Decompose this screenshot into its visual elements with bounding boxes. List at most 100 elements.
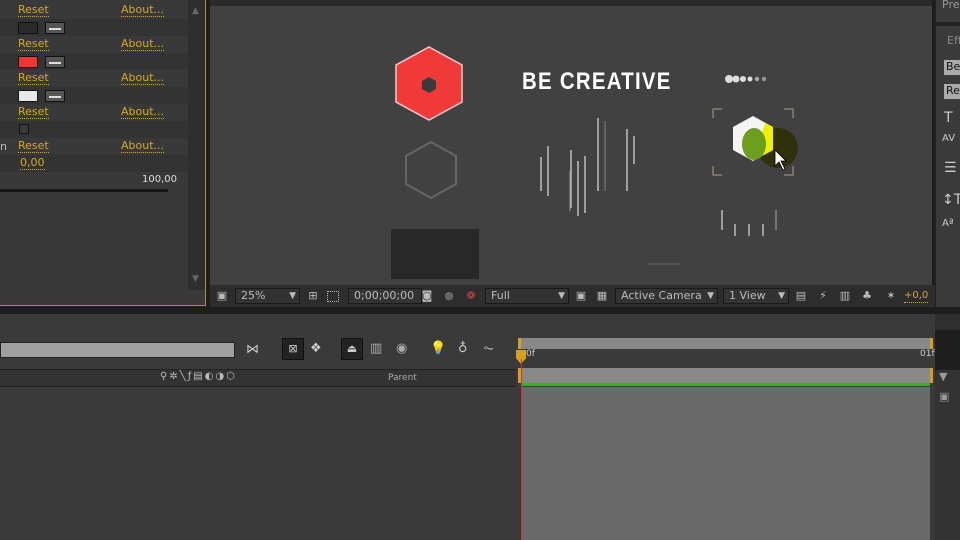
baseline-shift-icon[interactable]: Aª	[942, 218, 954, 229]
slider-value[interactable]: 0,00	[20, 157, 45, 170]
ruler-end-label: 01f	[920, 349, 935, 359]
slider-row: 100,00	[0, 172, 188, 192]
transparency-grid-icon[interactable]: ▦	[595, 289, 609, 303]
about-link[interactable]: About...	[121, 38, 165, 51]
effects-tab[interactable]: Eff	[947, 34, 960, 47]
scrollbar[interactable]: ▲ ▼	[188, 0, 205, 290]
comp-mini-flowchart-icon[interactable]: ⋈	[246, 342, 259, 357]
camera-dropdown[interactable]: Active Camera ▼	[615, 288, 718, 304]
timeline-icon[interactable]: ▥	[838, 289, 852, 303]
outline-hexagon	[405, 140, 457, 200]
reset-link[interactable]: Reset	[18, 140, 49, 153]
draft-3d-icon[interactable]: ⊠	[282, 338, 304, 360]
tick-lines	[721, 210, 777, 236]
font-style-field[interactable]: Re	[944, 84, 960, 99]
shy-layers-icon[interactable]: ⏏	[341, 338, 363, 360]
stroke-icon[interactable]: ☰	[944, 160, 957, 176]
reset-link[interactable]: Reset	[18, 38, 49, 51]
playhead-line	[521, 359, 522, 540]
show-snapshot-icon[interactable]: ●	[442, 289, 456, 303]
toggle-pixel-aspect-icon[interactable]: ▤	[794, 289, 808, 303]
frame-blending-icon[interactable]: ▥	[370, 341, 382, 356]
eyedropper-icon[interactable]	[45, 56, 65, 68]
composition-viewer[interactable]: BE CREATIVE	[210, 6, 932, 285]
switches-icons: ⚲✲╲ƒ▤◐◑⬡	[160, 371, 237, 382]
about-link[interactable]: About...	[121, 72, 165, 85]
composition-canvas	[391, 46, 798, 279]
timeline-track-area[interactable]	[522, 387, 930, 540]
timecode-field[interactable]: 0;00;00;00	[348, 288, 422, 304]
views-value: 1 View	[729, 289, 766, 302]
color-row	[0, 87, 188, 104]
always-preview-icon[interactable]: ▣	[215, 289, 229, 303]
eyedropper-icon[interactable]	[45, 22, 65, 34]
checkbox[interactable]	[19, 124, 29, 134]
search-input[interactable]	[0, 342, 235, 358]
comp-button-icon[interactable]: ▣	[939, 390, 949, 403]
timeline-panel: ⋈ ⊠ ❖ ⏏ ▥ ◉ 💡 ♁ ⏦ ⚲✲╲ƒ▤◐◑⬡ Parent 0f 01f	[0, 314, 935, 540]
zoom-icon[interactable]: ▼	[939, 370, 947, 383]
effect-row: Reset About...	[0, 70, 188, 87]
effect-row: Reset About...	[0, 2, 188, 19]
green-leaf-icon	[742, 128, 766, 160]
about-link[interactable]: About...	[121, 106, 165, 119]
reset-exposure-icon[interactable]: ✶	[884, 289, 898, 303]
vertical-scale-icon[interactable]: ↕T	[942, 192, 960, 208]
safe-margins-icon[interactable]: ⊞	[306, 289, 320, 303]
zoom-value: 25%	[241, 289, 266, 302]
resolution-dropdown[interactable]: Full ▼	[485, 288, 569, 304]
checkbox-row	[0, 121, 188, 138]
viewer-toolbar: ▣ 25% ▼ ⊞ 0;00;00;00 ◙ ● ❁ Full ▼ ▣ ▦ Acti…	[210, 285, 935, 307]
color-row	[0, 19, 188, 36]
work-area-bar[interactable]	[518, 368, 933, 383]
camera-value: Active Camera	[621, 289, 702, 302]
auto-keyframe-icon[interactable]: ♁	[458, 341, 468, 356]
chevron-down-icon: ▼	[289, 291, 296, 301]
font-size-icon[interactable]: T	[944, 110, 953, 126]
reset-link[interactable]: Reset	[18, 4, 49, 17]
about-link[interactable]: About...	[121, 140, 165, 153]
preview-tab[interactable]: Pre	[942, 0, 960, 11]
scroll-down-icon[interactable]: ▼	[192, 274, 199, 284]
eyedropper-icon[interactable]	[45, 90, 65, 102]
graph-editor-icon[interactable]: ⏦	[483, 341, 494, 356]
fast-previews-icon[interactable]: ▣	[574, 289, 588, 303]
dark-rectangle	[391, 229, 479, 279]
magnification-dropdown[interactable]: 25% ▼	[235, 288, 300, 304]
reset-link[interactable]: Reset	[18, 106, 49, 119]
motion-blur-icon[interactable]: ◉	[396, 341, 407, 356]
color-swatch[interactable]	[18, 56, 38, 68]
view-layout-dropdown[interactable]: 1 View ▼	[723, 288, 789, 304]
exposure-value[interactable]: +0,0	[904, 290, 929, 303]
slider-track[interactable]	[0, 189, 168, 192]
effect-controls-panel: Reset About... Reset About... Reset Abou…	[0, 0, 206, 306]
font-family-field[interactable]: Be	[944, 60, 960, 75]
fast-draft-icon[interactable]: ⚡	[816, 289, 830, 303]
tracking-icon[interactable]: AV	[942, 133, 955, 144]
region-of-interest-icon[interactable]	[327, 291, 339, 302]
parent-column-header: Parent	[388, 373, 417, 383]
chevron-down-icon: ▼	[778, 291, 785, 301]
color-swatch[interactable]	[18, 22, 38, 34]
chevron-down-icon: ▼	[558, 291, 565, 301]
bar-lines	[540, 118, 635, 216]
3d-layer-icon[interactable]: ❖	[310, 341, 322, 356]
reset-link[interactable]: Reset	[18, 72, 49, 85]
effect-row: n Reset About...	[0, 138, 188, 155]
effect-row: Reset About...	[0, 36, 188, 53]
channels-icon[interactable]: ❁	[464, 289, 478, 303]
color-swatch[interactable]	[18, 90, 38, 102]
composition-title-text: BE CREATIVE	[522, 68, 672, 95]
snapshot-icon[interactable]: ◙	[420, 289, 434, 303]
brainstorm-icon[interactable]: 💡	[430, 341, 446, 356]
timecode-value: 0;00;00;00	[354, 289, 415, 302]
scroll-up-icon[interactable]: ▲	[192, 6, 199, 16]
layer-column-header: ⚲✲╲ƒ▤◐◑⬡ Parent	[0, 369, 516, 387]
color-row	[0, 53, 188, 70]
about-link[interactable]: About...	[121, 4, 165, 17]
flowchart-icon[interactable]: ♣	[860, 289, 874, 303]
dots-loader	[725, 75, 767, 83]
time-navigator[interactable]	[518, 338, 933, 349]
timeline-scrollbar[interactable]: ▼ ▣	[935, 370, 960, 540]
work-area-indicator	[521, 383, 930, 386]
